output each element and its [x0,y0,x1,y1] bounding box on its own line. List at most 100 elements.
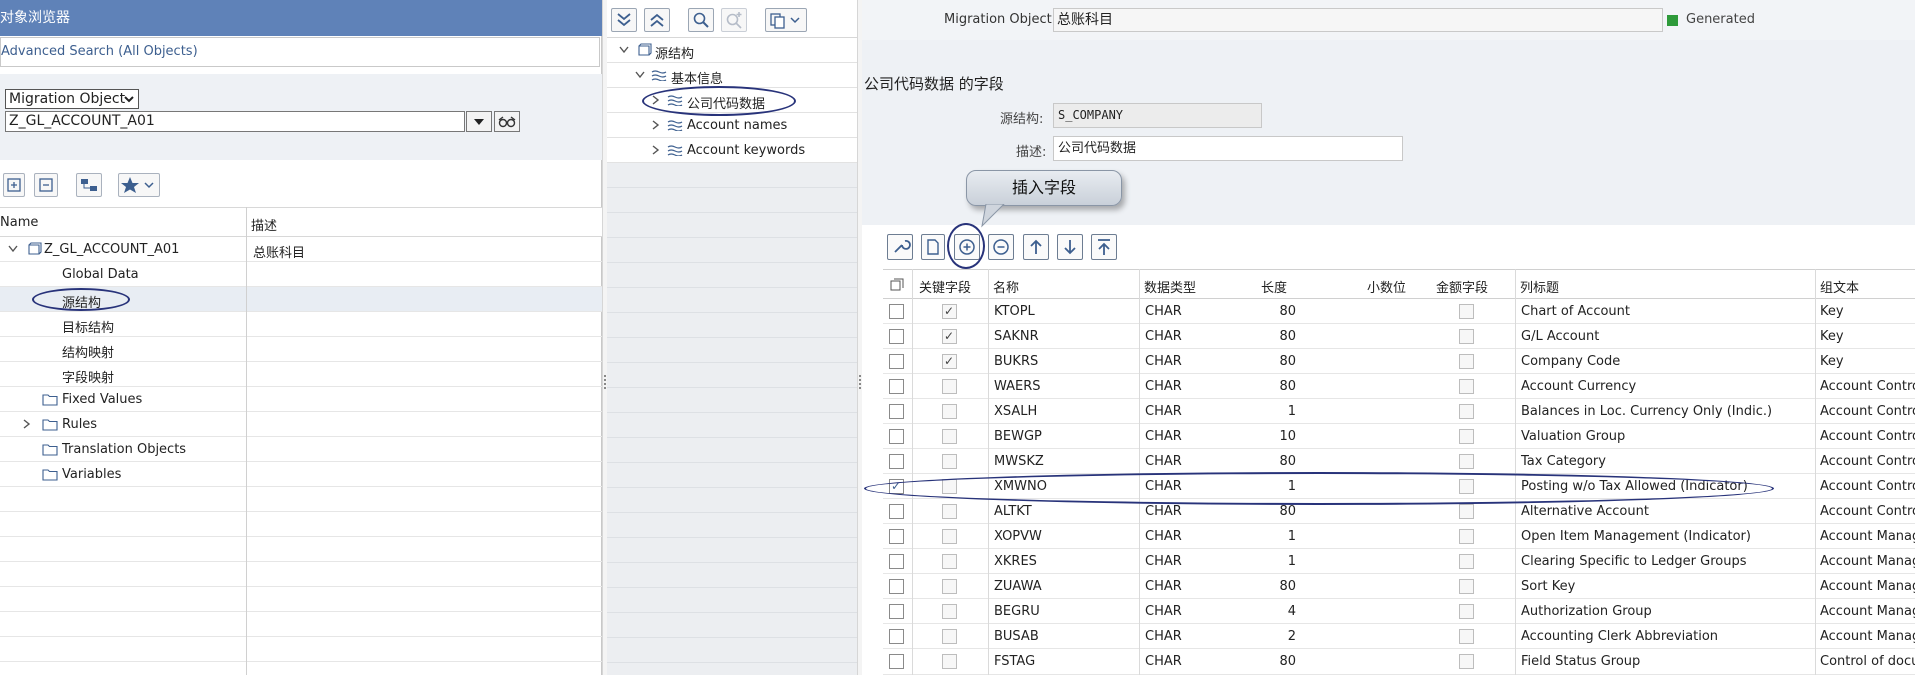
field-length: 80 [1279,454,1296,469]
column-header-type[interactable]: 数据类型 [1144,277,1196,296]
tree-row-source-structure[interactable]: 源结构 [0,287,602,312]
copy-field-button[interactable] [921,234,945,260]
move-down-button[interactable] [1057,234,1083,260]
field-name: SAKNR [994,329,1039,344]
table-row[interactable]: ALTKT CHAR 80 Alternative Account Accoun… [883,499,1915,524]
insert-field-button[interactable] [954,234,980,260]
favorites-button[interactable] [118,173,160,197]
table-row[interactable]: WAERS CHAR 80 Account Currency Account C… [883,374,1915,399]
field-length: 1 [1287,554,1296,569]
object-dropdown-button[interactable] [466,111,492,132]
table-row[interactable]: XKRES CHAR 1 Clearing Specific to Ledger… [883,549,1915,574]
table-row[interactable]: XOPVW CHAR 1 Open Item Management (Indic… [883,524,1915,549]
table-row[interactable]: BUSAB CHAR 2 Accounting Clerk Abbreviati… [883,624,1915,649]
table-row[interactable]: FSTAG CHAR 80 Field Status Group Control… [883,649,1915,675]
tree-header-name: Name [0,215,39,230]
row-select-checkbox[interactable] [889,629,904,644]
move-up-button[interactable] [1023,234,1049,260]
advanced-search-link[interactable]: Advanced Search (All Objects) [0,37,600,67]
hierarchy-icon [81,179,97,191]
search-plus-icon [726,12,742,29]
collapse-all-button[interactable] [644,8,670,32]
structure-row-empty [607,638,857,663]
row-select-checkbox[interactable] [889,354,904,369]
status-text: Generated [1686,12,1755,27]
tree-row-translation-objects[interactable]: Translation Objects [0,437,602,462]
column-header-amount[interactable]: 金额字段 [1436,277,1488,296]
row-select-checkbox[interactable] [889,504,904,519]
display-object-button[interactable] [494,111,520,132]
table-row[interactable]: BEWGP CHAR 10 Valuation Group Account Co… [883,424,1915,449]
row-select-checkbox[interactable] [889,554,904,569]
expand-all-button[interactable] [3,173,25,197]
expand-all-button[interactable] [611,8,637,32]
tree-row-empty [0,537,602,562]
column-header-length[interactable]: 长度 [1261,277,1287,296]
structure-node-basic-info[interactable]: 基本信息 [607,63,857,88]
hierarchy-button[interactable] [76,173,102,197]
move-top-button[interactable] [1091,234,1117,260]
field-length: 2 [1287,629,1296,644]
table-row[interactable]: MWSKZ CHAR 80 Tax Category Account Contr… [883,449,1915,474]
key-field-checkbox [942,379,957,394]
key-field-checkbox [942,529,957,544]
tree-row-empty [0,512,602,537]
row-select-checkbox[interactable] [889,379,904,394]
structure-node-account-keywords[interactable]: Account keywords [607,138,857,163]
search-button[interactable] [688,8,714,32]
row-select-checkbox[interactable] [889,329,904,344]
tree-row-target-structure[interactable]: 目标结构 [0,312,602,337]
tree-row-variables[interactable]: Variables [0,462,602,487]
table-row[interactable]: ✓ BUKRS CHAR 80 Company Code Key [883,349,1915,374]
collapse-all-button[interactable] [34,173,58,197]
tree-row-structure-mapping[interactable]: 结构映射 [0,337,602,362]
object-type-select[interactable]: Migration Object [5,89,139,109]
table-row[interactable]: ✓ XMWNO CHAR 1 Posting w/o Tax Allowed (… [883,474,1915,499]
select-all-icon[interactable] [890,278,904,292]
structure-row-empty [607,488,857,513]
field-heading: G/L Account [1521,329,1600,344]
column-header-key[interactable]: 关键字段 [919,277,971,296]
structure-row-empty [607,313,857,338]
key-field-checkbox [942,429,957,444]
column-header-name[interactable]: 名称 [993,277,1019,296]
tree-row-rules[interactable]: Rules [0,412,602,437]
row-select-checkbox[interactable] [889,579,904,594]
tree-row-root[interactable]: Z_GL_ACCOUNT_A01 总账科目 [0,237,602,262]
copy-menu-button[interactable] [765,8,807,32]
table-row[interactable]: XSALH CHAR 1 Balances in Loc. Currency O… [883,399,1915,424]
field-group: Key [1820,304,1844,319]
migration-object-input[interactable]: Z_GL_ACCOUNT_A01 [5,111,465,132]
tree-row-global-data[interactable]: Global Data [0,262,602,287]
structure-node-account-names[interactable]: Account names [607,113,857,138]
table-row[interactable]: ✓ KTOPL CHAR 80 Chart of Account Key [883,299,1915,324]
field-name: ALTKT [994,504,1032,519]
column-header-decimals[interactable]: 小数位 [1367,277,1406,296]
description-input[interactable]: 公司代码数据 [1053,136,1403,161]
field-length: 1 [1287,529,1296,544]
row-select-checkbox[interactable] [889,604,904,619]
tree-label: Z_GL_ACCOUNT_A01 [44,242,180,257]
row-select-checkbox[interactable] [889,529,904,544]
field-details-button[interactable] [887,234,913,260]
column-header-group[interactable]: 组文本 [1820,277,1859,296]
row-select-checkbox[interactable] [889,429,904,444]
tree-row-fixed-values[interactable]: Fixed Values [0,387,602,412]
search-next-button[interactable] [721,8,747,32]
row-select-checkbox[interactable] [889,454,904,469]
row-select-checkbox[interactable]: ✓ [889,479,904,494]
row-select-checkbox[interactable] [889,304,904,319]
column-header-heading[interactable]: 列标题 [1520,277,1559,296]
row-select-checkbox[interactable] [889,404,904,419]
table-row[interactable]: BEGRU CHAR 4 Authorization Group Account… [883,599,1915,624]
structure-row-empty [607,563,857,588]
structure-node-company-code[interactable]: 公司代码数据 [607,88,857,113]
table-row[interactable]: ZUAWA CHAR 80 Sort Key Account Manag [883,574,1915,599]
row-select-checkbox[interactable] [889,654,904,669]
table-row[interactable]: ✓ SAKNR CHAR 80 G/L Account Key [883,324,1915,349]
structure-node-root[interactable]: 源结构 [607,38,857,63]
tree-label: Rules [62,417,98,432]
tree-row-empty [0,487,602,512]
tree-row-field-mapping[interactable]: 字段映射 [0,362,602,387]
delete-field-button[interactable] [988,234,1014,260]
